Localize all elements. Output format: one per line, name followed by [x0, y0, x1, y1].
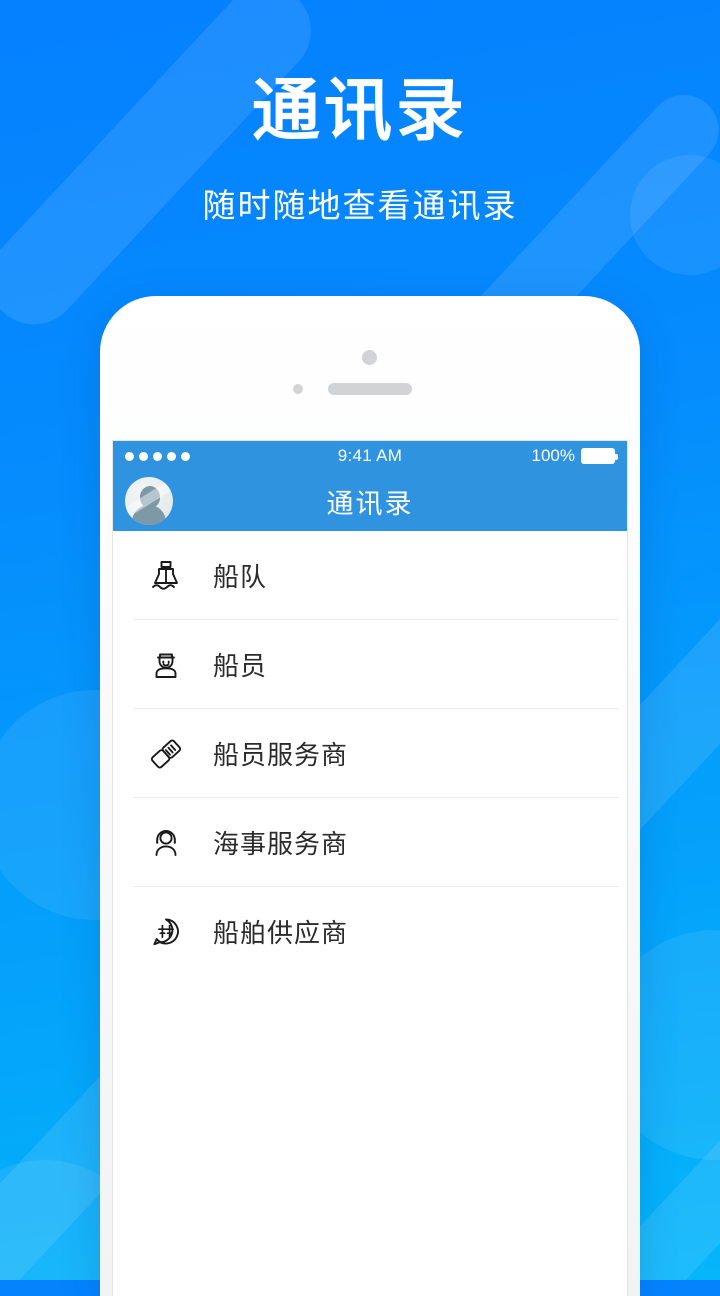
list-item-label: 船舶供应商	[213, 918, 349, 948]
handshake-icon	[143, 731, 189, 777]
ship-icon	[143, 553, 189, 599]
list-item-label: 船队	[213, 562, 268, 592]
proximity-sensor-icon	[293, 384, 303, 394]
status-bar: 9:41 AM 100%	[113, 441, 627, 471]
headset-person-icon	[143, 820, 189, 866]
list-item-fleet[interactable]: 船队	[113, 531, 627, 620]
battery-indicator: 100%	[465, 446, 618, 466]
list-item-ship-supplier[interactable]: 船舶供应商	[113, 887, 627, 976]
status-bar-clock: 9:41 AM	[337, 446, 403, 465]
signal-strength-icon	[125, 451, 275, 461]
sailor-icon	[143, 642, 189, 688]
supply-chat-bubble-icon	[143, 909, 189, 955]
user-avatar-icon[interactable]	[125, 477, 173, 525]
list-item-maritime-service-provider[interactable]: 海事服务商	[113, 798, 627, 887]
phone-bezel-top	[100, 296, 640, 444]
list-item-label: 船员	[213, 651, 268, 681]
battery-percent-label: 100%	[531, 446, 575, 465]
nav-bar-title: 通讯录	[326, 488, 414, 519]
app-nav-bar: 通讯录	[113, 471, 627, 531]
earpiece-speaker-icon	[328, 383, 412, 395]
hero-text-block: 通讯录 随时随地查看通讯录	[0, 0, 720, 227]
phone-screen: 9:41 AM 100% 通讯录 船队 船员 船员服务商 海事服务商 船舶供应商	[112, 440, 628, 1296]
contacts-category-list: 船队 船员 船员服务商 海事服务商 船舶供应商	[113, 531, 627, 976]
list-item-crew[interactable]: 船员	[113, 620, 627, 709]
page-subtitle: 随时随地查看通讯录	[202, 187, 518, 225]
page-title: 通讯录	[251, 73, 468, 149]
battery-icon	[581, 448, 618, 464]
list-item-label: 船员服务商	[213, 740, 349, 770]
front-camera-icon	[362, 350, 377, 365]
list-item-crew-service-provider[interactable]: 船员服务商	[113, 709, 627, 798]
list-item-label: 海事服务商	[213, 829, 349, 859]
phone-mockup: 9:41 AM 100% 通讯录 船队 船员 船员服务商 海事服务商 船舶供应商	[100, 296, 640, 1296]
